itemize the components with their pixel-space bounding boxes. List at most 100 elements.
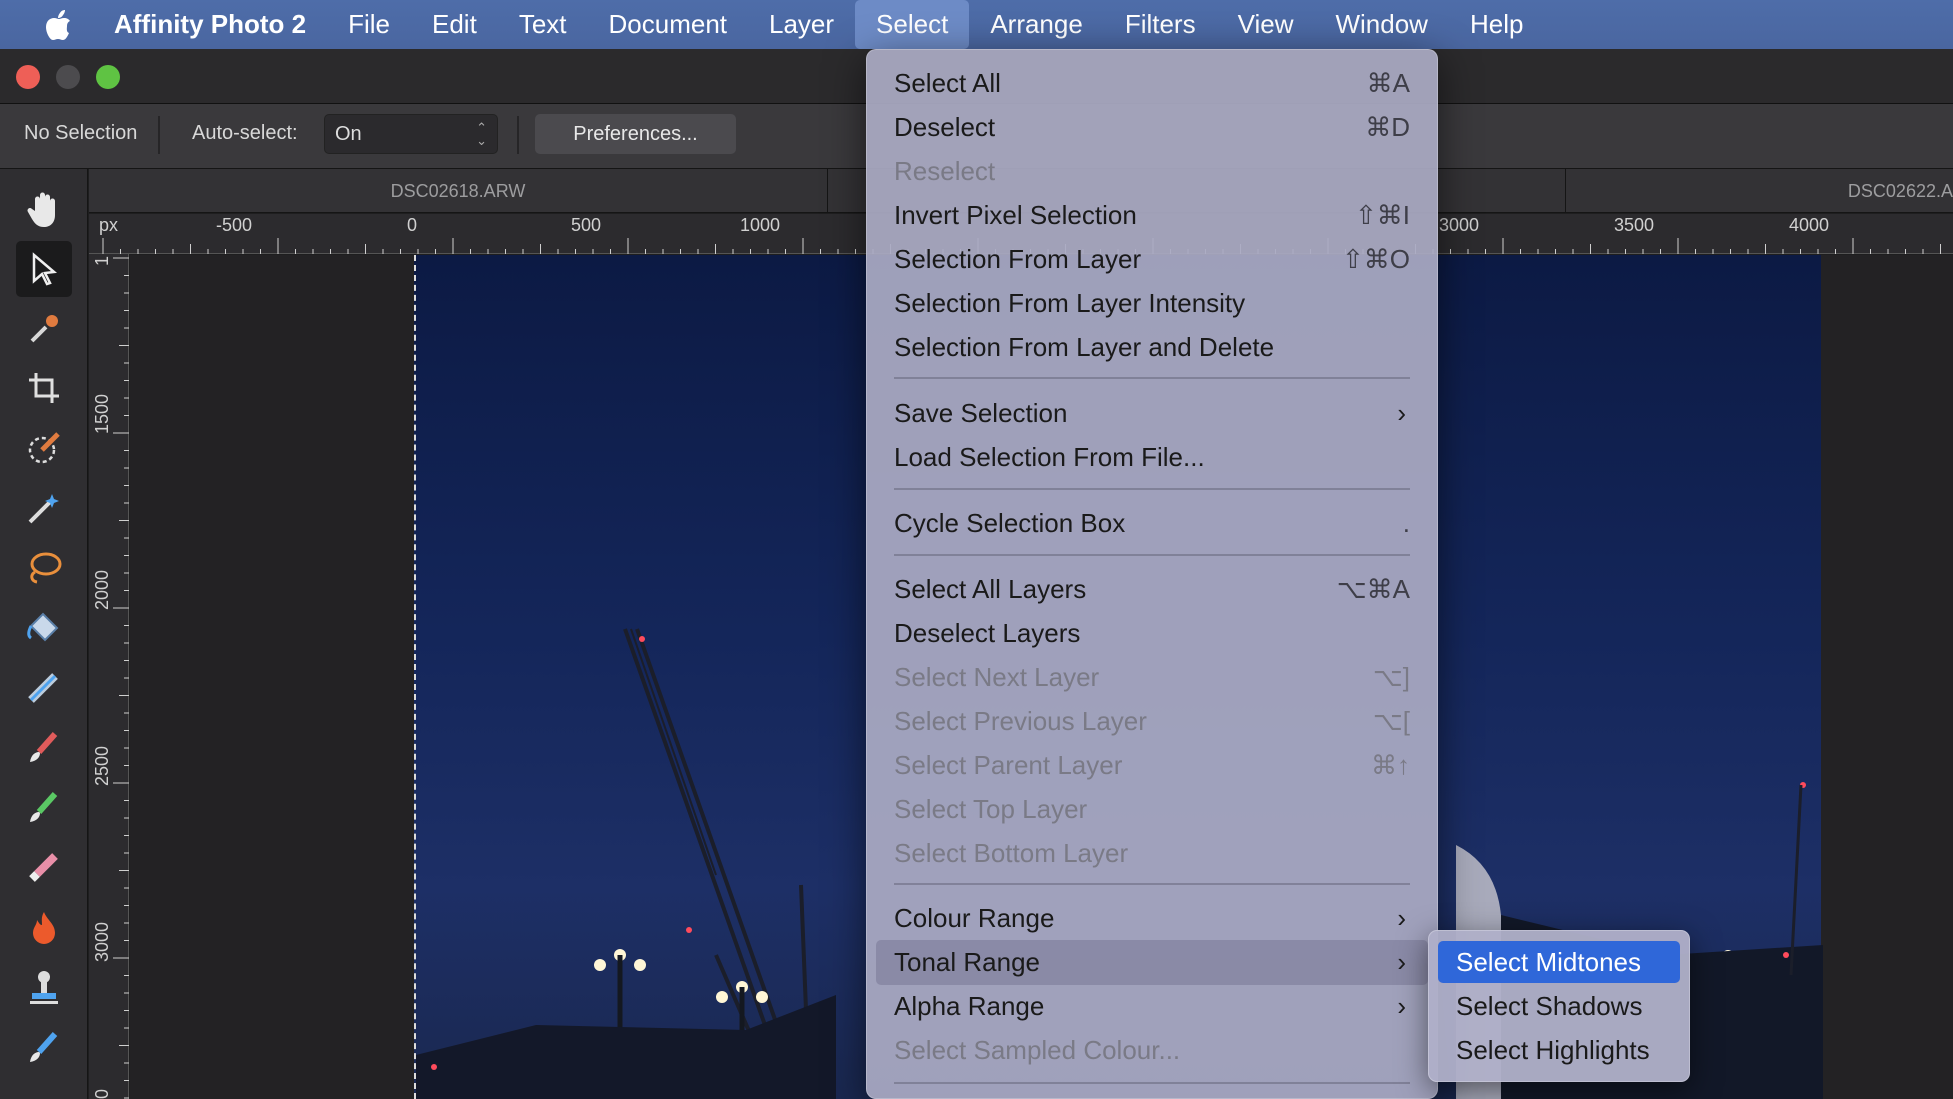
menu-item-label: Selection From Layer Intensity (894, 288, 1246, 318)
dodge-burn-tool[interactable] (16, 900, 72, 956)
magic-wand-icon (28, 494, 59, 524)
submenu-item-select-highlights[interactable]: Select Highlights (1438, 1029, 1680, 1071)
menu-item-invert-pixel-selection[interactable]: Invert Pixel Selection ⇧⌘I (894, 193, 1410, 237)
tab-divider (827, 169, 828, 213)
menu-item-alpha-range[interactable]: Alpha Range › (894, 984, 1410, 1028)
menu-item-tonal-range[interactable]: Tonal Range › (894, 940, 1410, 984)
document-tab[interactable]: DSC02618.ARW (89, 169, 827, 213)
flood-select-tool[interactable] (16, 480, 72, 536)
menu-item-label: Alpha Range (894, 991, 1045, 1021)
preferences-button[interactable]: Preferences... (535, 114, 736, 154)
ruler-label: 3500 (1614, 215, 1655, 235)
ruler-label: -500 (216, 215, 253, 235)
menu-separator (894, 554, 1410, 556)
ruler-unit: px (99, 215, 119, 235)
ruler-label: 3000 (92, 921, 112, 962)
chevron-right-icon: › (1397, 398, 1406, 428)
menu-item-select-all-layers[interactable]: Select All Layers ⌥⌘A (894, 567, 1410, 611)
zoom-window-button[interactable] (96, 65, 120, 89)
menu-item-label: Cycle Selection Box (894, 508, 1126, 538)
ruler-label: 2000 (92, 569, 112, 610)
healing-brush-icon (30, 1032, 58, 1062)
app-menu[interactable]: Affinity Photo 2 (86, 0, 327, 49)
menu-item-load-selection-from-file[interactable]: Load Selection From File... (894, 435, 1410, 479)
menu-item-deselect-layers[interactable]: Deselect Layers (894, 611, 1410, 655)
menu-item-colour-range[interactable]: Colour Range › (894, 896, 1410, 940)
gradient-tool[interactable] (16, 660, 72, 716)
freehand-selection-tool[interactable] (16, 540, 72, 596)
menu-item-save-selection[interactable]: Save Selection › (894, 391, 1410, 435)
minimize-window-button[interactable] (56, 65, 80, 89)
menu-layer[interactable]: Layer (748, 0, 855, 49)
menu-view[interactable]: View (1217, 0, 1315, 49)
menu-item-select-all[interactable]: Select All ⌘A (894, 61, 1410, 105)
ruler-ticks (113, 257, 129, 1099)
ruler-label: 0 (407, 215, 418, 235)
menu-select[interactable]: Select (855, 0, 970, 49)
menu-document[interactable]: Document (588, 0, 749, 49)
menu-item-label: Deselect (894, 112, 996, 142)
menu-edit[interactable]: Edit (411, 0, 498, 49)
menu-separator (894, 377, 1410, 379)
tab-divider (1565, 169, 1566, 213)
menu-item-label: Invert Pixel Selection (894, 200, 1137, 230)
menu-item-selection-from-layer-and-delete[interactable]: Selection From Layer and Delete (894, 325, 1410, 369)
menu-file[interactable]: File (327, 0, 411, 49)
menu-item-label: Tonal Range (894, 947, 1040, 977)
menu-item-select-previous-layer: Select Previous Layer ⌥[ (894, 699, 1410, 743)
menu-item-label: Select Top Layer (894, 794, 1088, 824)
ruler-label: 0 (92, 1088, 112, 1099)
selection-brush-tool[interactable] (16, 420, 72, 476)
menu-arrange[interactable]: Arrange (969, 0, 1104, 49)
autoselect-dropdown[interactable]: On ⌃ ⌄ (324, 114, 498, 154)
menu-window[interactable]: Window (1314, 0, 1448, 49)
menu-item-reselect: Reselect (894, 149, 1410, 193)
move-tool[interactable] (16, 241, 72, 297)
ruler-label: 500 (571, 215, 602, 235)
menu-item-deselect[interactable]: Deselect ⌘D (894, 105, 1410, 149)
menu-item-cycle-selection-box[interactable]: Cycle Selection Box. (894, 501, 1410, 545)
apple-icon[interactable] (30, 0, 86, 49)
menu-item-shortcut: ⌘↑ (1371, 750, 1410, 780)
submenu-item-select-shadows[interactable]: Select Shadows (1438, 985, 1680, 1027)
vertical-ruler (89, 254, 129, 1099)
lasso-icon (30, 552, 62, 584)
menu-item-selection-from-layer-intensity[interactable]: Selection From Layer Intensity (894, 281, 1410, 325)
close-window-button[interactable] (16, 65, 40, 89)
menu-help[interactable]: Help (1449, 0, 1544, 49)
flood-fill-tool[interactable] (16, 600, 72, 656)
hand-tool[interactable] (16, 182, 72, 238)
menu-bar: Affinity Photo 2 File Edit Text Document… (0, 0, 1953, 49)
menu-separator (894, 1082, 1410, 1084)
submenu-item-select-midtones[interactable]: Select Midtones (1438, 941, 1680, 983)
toolbar-divider (517, 116, 519, 154)
document-tab[interactable]: DSC02622.A (1790, 169, 1953, 213)
menu-item-label: Select Sampled Colour... (894, 1035, 1181, 1065)
menu-item-label: Select Bottom Layer (894, 838, 1129, 868)
menu-item-selection-from-layer[interactable]: Selection From Layer ⇧⌘O (894, 237, 1410, 281)
menu-item-label: Colour Range (894, 903, 1055, 933)
erase-brush-tool[interactable] (16, 840, 72, 896)
menu-item-label: Select Parent Layer (894, 750, 1123, 780)
menu-item-shortcut: . (1402, 508, 1410, 538)
menu-item-label: Reselect (894, 156, 996, 186)
menu-item-select-parent-layer: Select Parent Layer ⌘↑ (894, 743, 1410, 787)
chevron-right-icon: › (1397, 903, 1406, 933)
crop-tool[interactable] (16, 360, 72, 416)
paint-brush-tool[interactable] (16, 720, 72, 776)
healing-brush-tool[interactable] (16, 1020, 72, 1076)
eraser-icon (29, 853, 58, 882)
menu-item-shortcut: ⌥[ (1372, 706, 1410, 736)
gradient-icon (28, 673, 58, 703)
paint-brush-icon (30, 732, 58, 762)
menu-text[interactable]: Text (498, 0, 588, 49)
clone-brush-tool[interactable] (16, 960, 72, 1016)
menu-item-shortcut: ⇧⌘O (1341, 244, 1410, 274)
hand-icon (27, 192, 55, 227)
menu-item-label: Selection From Layer (894, 244, 1142, 274)
menu-filters[interactable]: Filters (1104, 0, 1217, 49)
menu-item-select-bottom-layer: Select Bottom Layer (894, 831, 1410, 875)
menu-item-shortcut: ⌘D (1365, 112, 1410, 142)
pixel-tool[interactable] (16, 780, 72, 836)
color-picker-tool[interactable] (16, 301, 72, 357)
